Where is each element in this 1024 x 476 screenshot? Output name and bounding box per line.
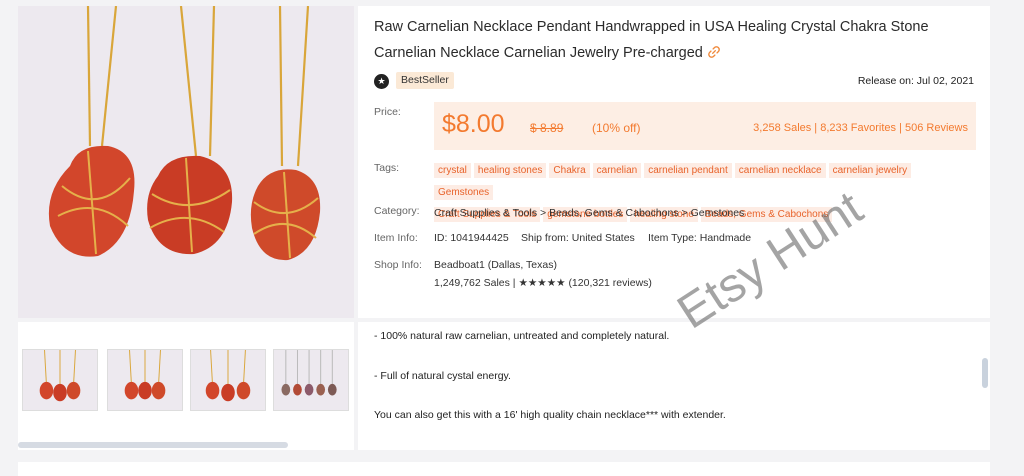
star-badge-icon: ★ xyxy=(374,74,389,89)
shop-stats: 1,249,762 Sales | ★★★★★ (120,321 reviews… xyxy=(434,277,652,289)
item-id: ID: 1041944425 xyxy=(434,232,509,244)
shop-info-label: Shop Info: xyxy=(374,259,422,271)
description-line: - 100% natural raw carnelian, untreated … xyxy=(374,330,670,342)
thumbnail[interactable] xyxy=(107,349,183,411)
link-icon[interactable] xyxy=(707,42,721,58)
necklace-photo xyxy=(18,6,354,318)
sales-stats: 3,258 Sales | 8,233 Favorites | 506 Revi… xyxy=(753,122,968,134)
item-type: Item Type: Handmade xyxy=(648,232,752,244)
horizontal-scrollbar[interactable] xyxy=(18,442,288,448)
tag[interactable]: Chakra xyxy=(549,163,590,178)
price-box: $8.00 $ 8.89 (10% off) 3,258 Sales | 8,2… xyxy=(434,102,976,150)
description-line: - Full of natural cystal energy. xyxy=(374,370,511,382)
price-label: Price: xyxy=(374,106,401,118)
vertical-scrollbar[interactable] xyxy=(982,358,988,388)
thumbnail-strip xyxy=(18,322,354,450)
thumbnail[interactable] xyxy=(273,349,349,411)
tags-label: Tags: xyxy=(374,162,400,174)
product-info-panel: Raw Carnelian Necklace Pendant Handwrapp… xyxy=(358,6,990,318)
tag[interactable]: carnelian pendant xyxy=(644,163,732,178)
description-line: You can also get this with a 16' high qu… xyxy=(374,409,726,421)
product-title-text[interactable]: Raw Carnelian Necklace Pendant Handwrapp… xyxy=(374,19,929,61)
ship-from: Ship from: United States xyxy=(521,232,635,244)
item-info-label: Item Info: xyxy=(374,232,418,244)
tag[interactable]: carnelian necklace xyxy=(734,163,826,178)
current-price: $8.00 xyxy=(442,110,505,138)
tag[interactable]: carnelian xyxy=(592,163,642,178)
bestseller-badge: BestSeller xyxy=(396,72,454,89)
thumbnail[interactable] xyxy=(22,349,98,411)
main-product-image xyxy=(18,6,354,318)
tag[interactable]: crystal xyxy=(434,163,471,178)
seller-row: ★ BestSeller Release on: Jul 02, 2021 xyxy=(374,72,974,92)
category-path[interactable]: Craft Supplies & Tools > Beads, Gems & C… xyxy=(434,207,744,219)
tag[interactable]: carnelian jewelry xyxy=(828,163,912,178)
tag[interactable]: healing stones xyxy=(473,163,547,178)
original-price: $ 8.89 xyxy=(530,121,564,135)
thumbnail[interactable] xyxy=(190,349,266,411)
next-section-strip xyxy=(18,462,990,476)
product-title[interactable]: Raw Carnelian Necklace Pendant Handwrapp… xyxy=(374,14,974,66)
tag[interactable]: Gemstones xyxy=(434,185,494,200)
discount-percent: (10% off) xyxy=(592,121,641,135)
description-panel: - 100% natural raw carnelian, untreated … xyxy=(358,322,990,450)
release-date: Release on: Jul 02, 2021 xyxy=(857,75,974,87)
category-label: Category: xyxy=(374,205,420,217)
shop-name[interactable]: Beadboat1 (Dallas, Texas) xyxy=(434,259,557,271)
